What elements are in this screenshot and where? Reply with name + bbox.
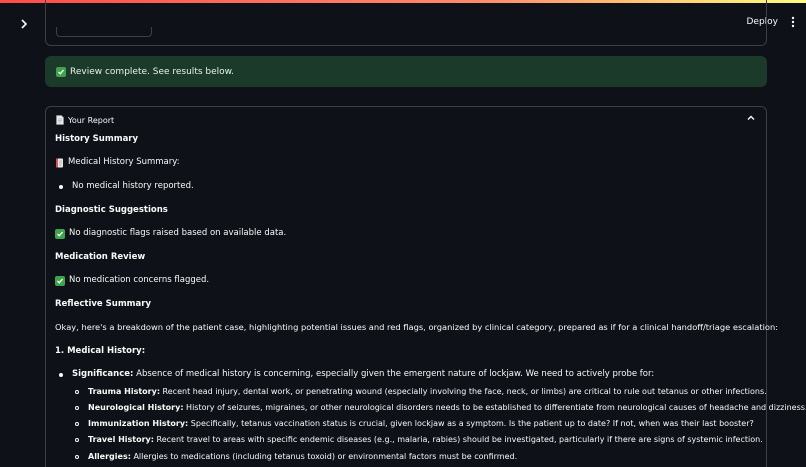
significance-label: Significance: [72, 369, 134, 379]
bullet-icon [75, 389, 79, 394]
medication-heading: Medication Review [55, 252, 146, 262]
previous-form-container [45, 0, 767, 46]
reflective-heading: Reflective Summary [55, 299, 152, 309]
list-item: No medical history reported. [59, 181, 194, 192]
list-item: Travel History: Recent travel to areas w… [75, 434, 763, 445]
medical-history-label: Medical History Summary: [68, 157, 180, 167]
sub-item-text: Allergies to medications (including teta… [130, 452, 518, 461]
report-title: Your Report [68, 115, 115, 125]
expand-sidebar-button[interactable] [16, 16, 32, 32]
history-item-text: No medical history reported. [72, 181, 194, 191]
diagnostic-heading: Diagnostic Suggestions [55, 205, 168, 215]
bullet-icon [59, 372, 63, 377]
reflective-intro: Okay, here's a breakdown of the patient … [55, 322, 779, 332]
medication-line: No medication concerns flagged. [55, 275, 209, 286]
page-icon [56, 115, 64, 125]
bullet-icon [75, 405, 79, 410]
list-item: Immunization History: Specifically, teta… [75, 418, 754, 429]
list-item: Neurological History: History of seizure… [75, 402, 806, 413]
main-menu-button[interactable] [788, 15, 798, 29]
bullet-icon [75, 421, 79, 426]
sub-item-label: Travel History: [88, 435, 154, 444]
list-item: Allergies: Allergies to medications (inc… [75, 451, 517, 462]
bullet-icon [75, 454, 79, 459]
bullet-icon [59, 184, 63, 189]
significance-text: Absence of medical history is concerning… [133, 369, 655, 379]
diagnostic-line: No diagnostic flags raised based on avai… [55, 228, 286, 239]
notebook-icon [56, 158, 63, 167]
sub-item-label: Allergies: [88, 452, 131, 461]
report-expander-header[interactable]: Your Report [56, 114, 114, 126]
medication-text: No medication concerns flagged. [69, 275, 210, 285]
list-item: Significance: Absence of medical history… [59, 369, 654, 380]
sub-item-label: Neurological History: [88, 403, 184, 412]
previous-input-edge [56, 27, 152, 37]
chevron-right-icon [21, 19, 28, 29]
bullet-icon [75, 437, 79, 442]
history-summary-heading: History Summary [55, 134, 139, 144]
alert-text: Review complete. See results below. [70, 66, 235, 77]
check-mark-icon [55, 228, 65, 239]
sub-item-label: Trauma History: [88, 387, 161, 396]
sub-item-text: Recent travel to areas with specific end… [153, 435, 763, 444]
medical-history-subheading: Medical History Summary: [55, 157, 180, 168]
sub-item-text: History of seizures, migraines, or other… [183, 403, 806, 412]
check-mark-icon [56, 66, 66, 77]
chevron-up-icon[interactable] [746, 113, 756, 123]
list-item: Trauma History: Recent head injury, dent… [75, 386, 767, 397]
sub-item-text: Specifically, tetanus vaccination status… [188, 419, 754, 428]
more-vertical-icon [791, 16, 795, 28]
diagnostic-text: No diagnostic flags raised based on avai… [69, 228, 287, 238]
sub-item-label: Immunization History: [88, 419, 189, 428]
sub-item-text: Recent head injury, dental work, or pene… [160, 387, 767, 396]
success-alert: Review complete. See results below. [45, 56, 767, 87]
section-heading: 1. Medical History: [55, 346, 146, 356]
check-mark-icon [55, 275, 65, 286]
